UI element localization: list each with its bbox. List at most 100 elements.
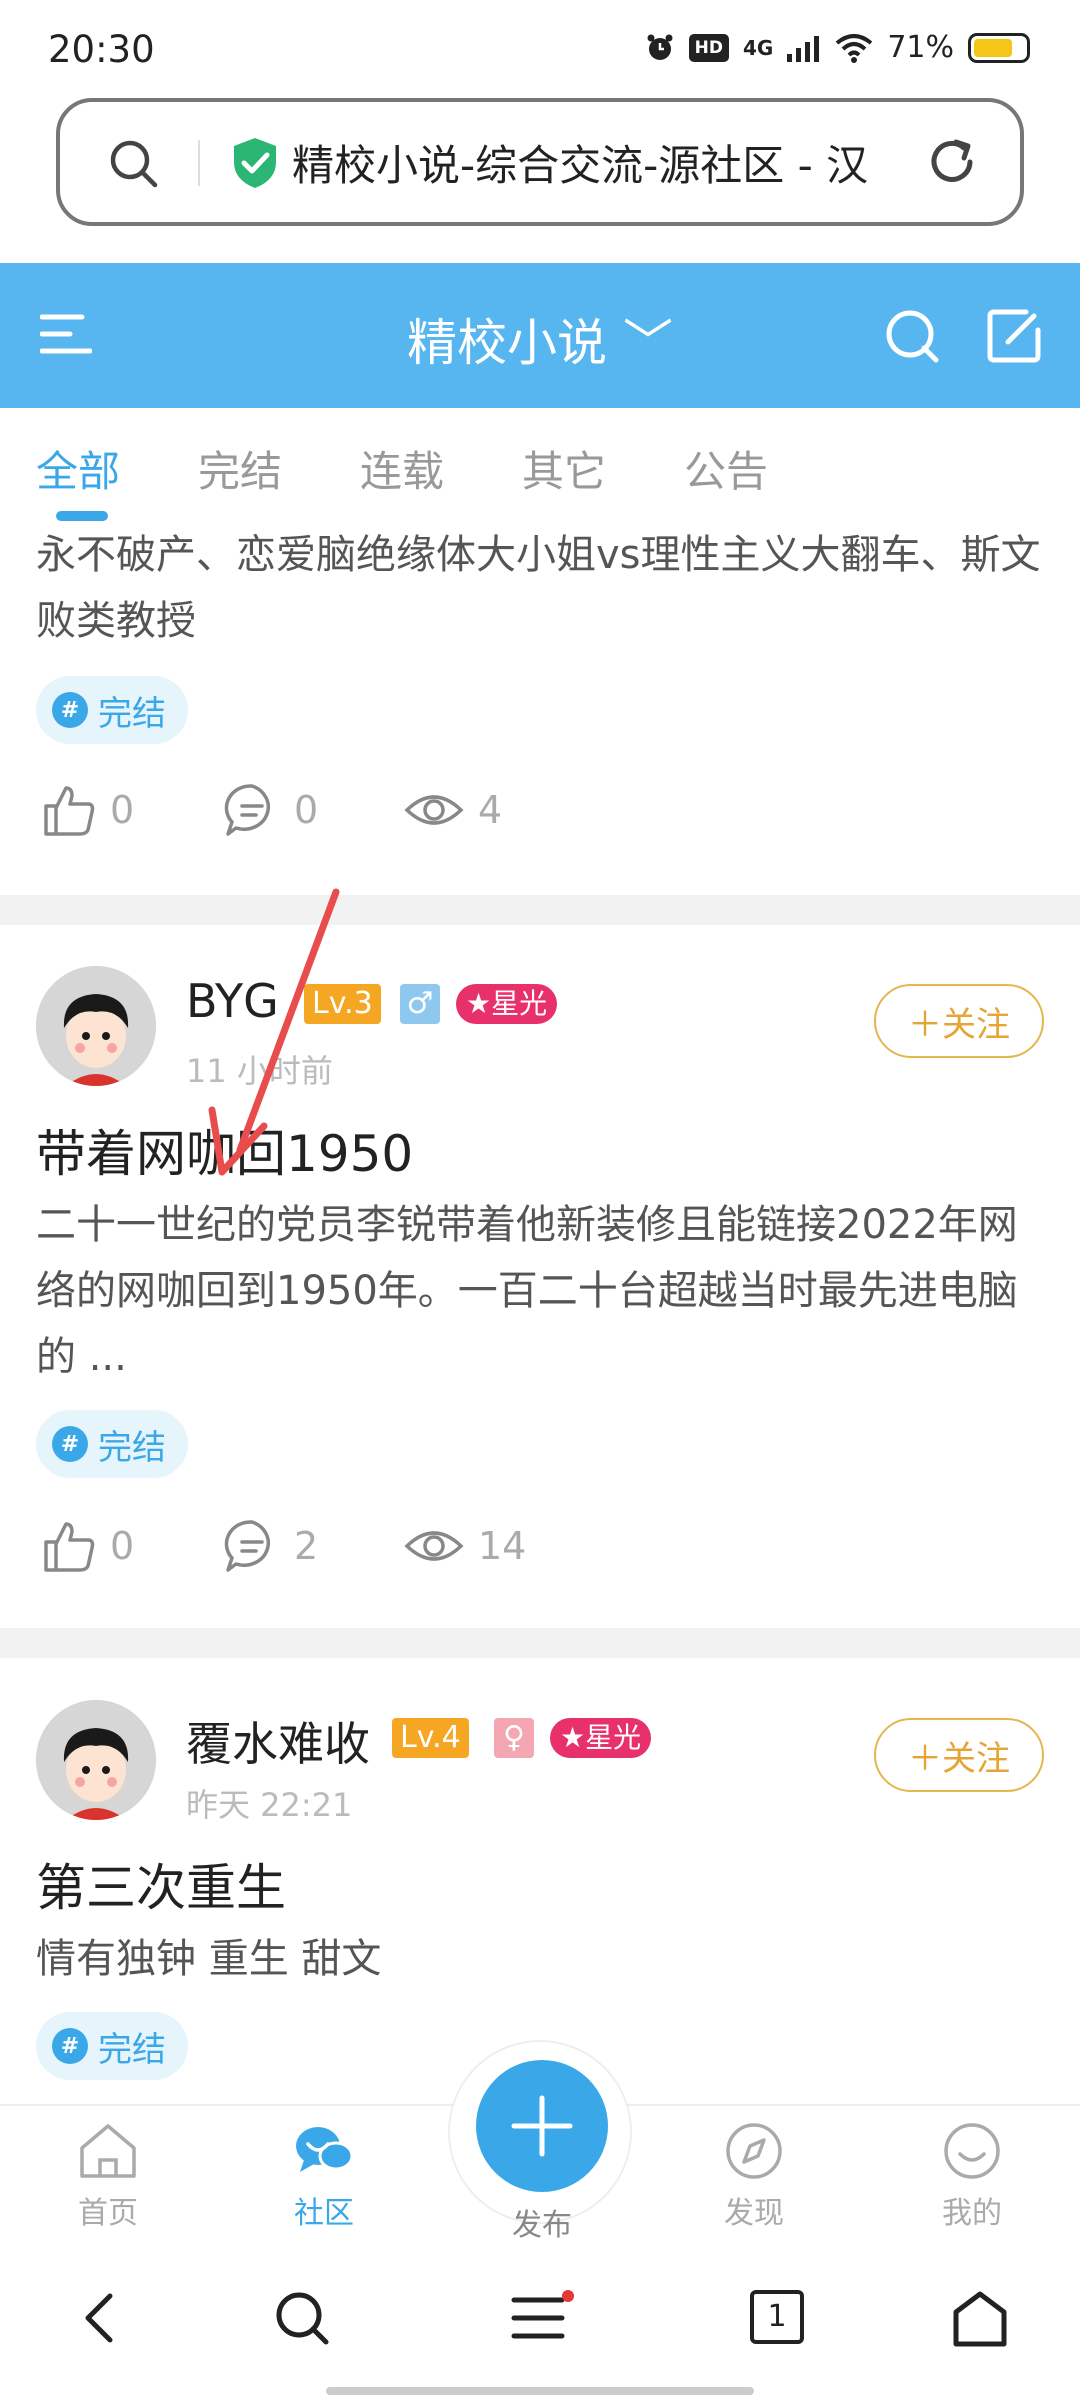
- eye-icon: [404, 795, 464, 825]
- smiley-icon: [944, 2123, 1000, 2179]
- post-description[interactable]: 永不破产、恋爱脑绝缘体大小姐vs理性主义大翻车、斯文败类教授: [36, 522, 1046, 654]
- eye-icon: [404, 1531, 464, 1561]
- battery-icon: [968, 32, 1030, 63]
- tab-all[interactable]: 全部: [36, 438, 120, 499]
- compass-icon: [726, 2123, 782, 2179]
- like-count: 0: [110, 1524, 135, 1568]
- post-tag[interactable]: # 完结: [36, 2012, 188, 2080]
- view-count: 14: [478, 1524, 527, 1568]
- like-button[interactable]: 0: [40, 782, 134, 838]
- post-stats: 0 2 14: [40, 1518, 1040, 1588]
- comment-count: 2: [294, 1524, 319, 1568]
- url-text[interactable]: 精校小说-综合交流-源社区 - 汉: [292, 132, 942, 193]
- avatar[interactable]: [36, 1700, 156, 1820]
- level-badge: Lv.3: [304, 984, 381, 1024]
- post-tag-label: 完结: [98, 693, 166, 734]
- app-header: 精校小说 ﹀: [0, 263, 1080, 408]
- star-badge: ★星光: [550, 1718, 652, 1758]
- nav-home-label: 首页: [78, 2196, 138, 2231]
- plus-icon: [511, 2095, 573, 2157]
- gender-male-badge: ♂: [400, 984, 440, 1024]
- community-icon: [296, 2127, 354, 2172]
- view-count: 4: [478, 788, 503, 832]
- like-count: 0: [110, 788, 135, 832]
- status-time: 20:30: [48, 28, 155, 71]
- signal-icon: [787, 35, 820, 62]
- reload-icon[interactable]: [924, 134, 980, 190]
- network-type: 4G: [742, 35, 774, 60]
- shield-check-icon: [234, 138, 276, 188]
- post-time: 11 小时前: [186, 1052, 333, 1090]
- like-button[interactable]: 0: [40, 1518, 134, 1574]
- post-title[interactable]: 第三次重生: [36, 1848, 286, 1920]
- nav-community-label: 社区: [294, 2196, 354, 2231]
- tab-serializing[interactable]: 连载: [360, 438, 444, 499]
- battery-percent: 71%: [887, 30, 954, 65]
- comment-icon: [224, 784, 270, 836]
- post-title[interactable]: 带着网咖回1950: [36, 1114, 413, 1186]
- search-icon[interactable]: [108, 138, 160, 190]
- nav-discover-label: 发现: [724, 2196, 784, 2231]
- post-separator: [0, 895, 1080, 925]
- back-icon[interactable]: [80, 2290, 120, 2346]
- post-tag[interactable]: # 完结: [36, 676, 188, 744]
- post-tag-label: 完结: [98, 2029, 166, 2070]
- post-tag-label: 完结: [98, 1427, 166, 1468]
- post-description[interactable]: 二十一世纪的党员李锐带着他新装修且能链接2022年网络的网咖回到1950年。一百…: [36, 1192, 1046, 1390]
- nav-home[interactable]: 首页: [48, 2120, 168, 2232]
- avatar[interactable]: [36, 966, 156, 1086]
- tab-active-indicator: [56, 511, 108, 521]
- search-icon[interactable]: [274, 2290, 330, 2346]
- comment-count: 0: [294, 788, 319, 832]
- system-nav-bar: 1: [0, 2250, 1080, 2400]
- author-name[interactable]: BYG: [186, 974, 279, 1028]
- nav-me-label: 我的: [942, 2196, 1002, 2231]
- avatar-image: [36, 966, 156, 1086]
- alarm-icon: [647, 34, 673, 60]
- star-badge: ★星光: [456, 984, 558, 1024]
- publish-button[interactable]: [476, 2060, 608, 2192]
- post-tag[interactable]: # 完结: [36, 1410, 188, 1478]
- post-stats: 0 0 4: [40, 782, 1040, 852]
- author-name[interactable]: 覆水难收: [186, 1708, 370, 1774]
- post-description[interactable]: 情有独钟 重生 甜文: [36, 1926, 1046, 1992]
- nav-community[interactable]: 社区: [264, 2120, 384, 2232]
- thumbs-up-icon: [44, 1522, 95, 1572]
- tab-completed[interactable]: 完结: [198, 438, 282, 499]
- category-tabs: 全部 完结 连载 其它 公告: [0, 408, 1080, 528]
- avatar-image: [36, 1700, 156, 1820]
- post-separator: [0, 1628, 1080, 1658]
- comment-button[interactable]: 2: [224, 1518, 318, 1574]
- tabs-button[interactable]: 1: [750, 2290, 804, 2344]
- search-icon[interactable]: [884, 308, 940, 364]
- gender-female-badge: ♀: [494, 1718, 534, 1758]
- nav-me[interactable]: 我的: [912, 2120, 1032, 2232]
- hashtag-icon: #: [52, 1426, 88, 1462]
- nav-discover[interactable]: 发现: [694, 2120, 814, 2232]
- home-icon[interactable]: [950, 2290, 1010, 2348]
- wifi-icon: [836, 33, 873, 63]
- view-count-stat: 14: [404, 1518, 526, 1574]
- hd-indicator: HD: [688, 33, 729, 62]
- hashtag-icon: #: [52, 2028, 88, 2064]
- view-count-stat: 4: [404, 782, 502, 838]
- follow-button[interactable]: ＋关注: [874, 984, 1044, 1058]
- home-indicator: [326, 2387, 754, 2395]
- follow-button[interactable]: ＋关注: [874, 1718, 1044, 1792]
- status-bar: 20:30 HD 4G 71%: [0, 0, 1080, 95]
- url-divider: [198, 140, 200, 186]
- comment-icon: [224, 1520, 270, 1572]
- url-bar[interactable]: 精校小说-综合交流-源社区 - 汉: [56, 98, 1024, 226]
- tab-other[interactable]: 其它: [522, 438, 606, 499]
- thumbs-up-icon: [44, 786, 95, 836]
- menu-icon[interactable]: [510, 2290, 574, 2346]
- level-badge: Lv.4: [392, 1718, 469, 1758]
- home-icon: [80, 2124, 136, 2178]
- status-icons: HD 4G 71%: [645, 30, 1030, 65]
- comment-button[interactable]: 0: [224, 782, 318, 838]
- edit-icon[interactable]: [986, 308, 1042, 364]
- publish-label: 发布: [512, 2208, 572, 2243]
- hashtag-icon: #: [52, 692, 88, 728]
- tab-announcements[interactable]: 公告: [684, 438, 768, 499]
- post-time: 昨天 22:21: [186, 1786, 353, 1824]
